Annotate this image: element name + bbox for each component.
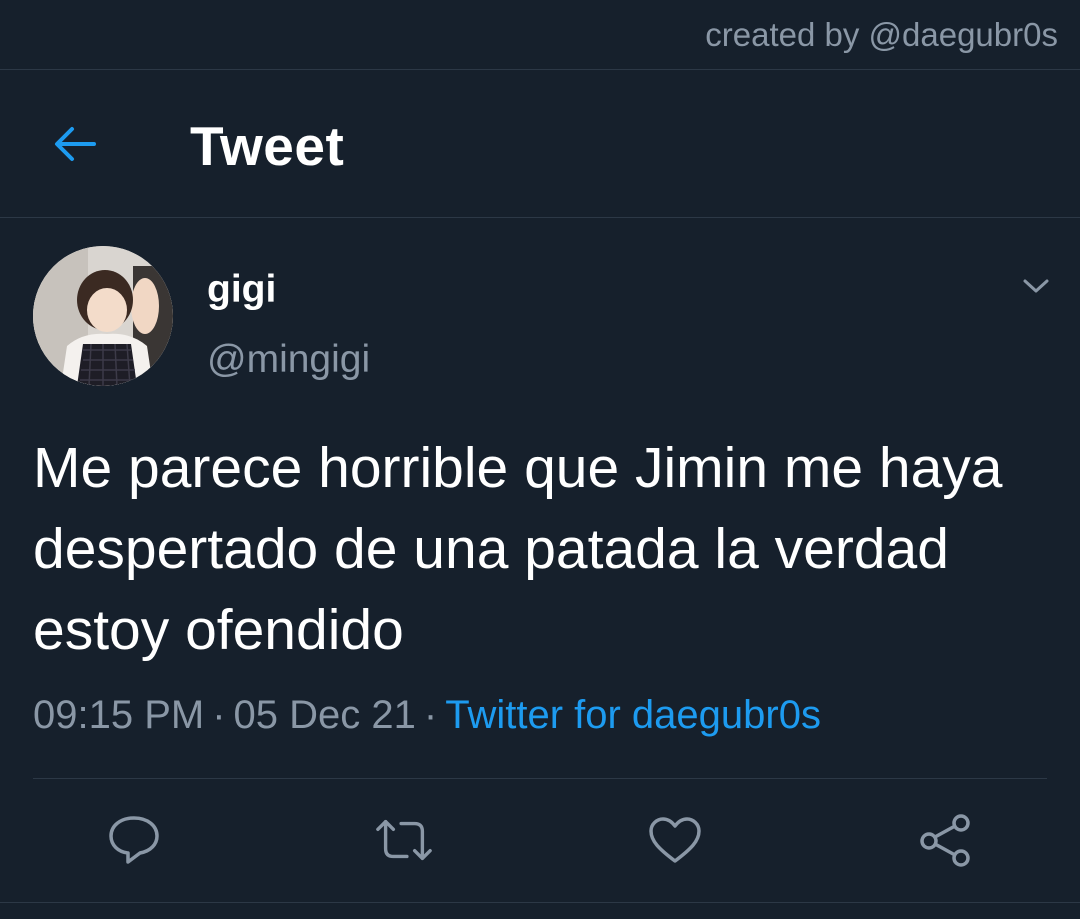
chevron-down-icon [1023, 279, 1049, 293]
avatar[interactable] [33, 246, 173, 386]
like-icon [649, 817, 701, 863]
credit-text: created by @daegubr0s [705, 16, 1058, 53]
tweet-date: 05 Dec 21 [233, 693, 416, 737]
tweet-source-link[interactable]: Twitter for daegubr0s [445, 693, 821, 737]
share-icon [920, 814, 970, 867]
user-handle[interactable]: @mingigi [207, 338, 370, 382]
tweet-text: Me parece horrible que Jimin me haya des… [33, 436, 1003, 662]
retweet-button[interactable] [374, 810, 434, 870]
like-button[interactable] [645, 810, 705, 870]
share-button[interactable] [915, 810, 975, 870]
meta-separator: · [212, 693, 226, 737]
meta-separator: · [423, 693, 438, 737]
arrow-left-icon [55, 127, 96, 161]
tweet-meta: 09:15 PM · 05 Dec 21 · Twitter for daegubr0s [33, 693, 821, 738]
page-title: Tweet [190, 115, 345, 177]
reply-button[interactable] [104, 810, 164, 870]
bottom-divider [0, 902, 1080, 903]
reply-icon [109, 816, 159, 864]
actions-divider [33, 778, 1047, 779]
back-button[interactable] [46, 118, 102, 170]
profile-photo [33, 246, 173, 386]
more-options-button[interactable] [1016, 270, 1056, 302]
retweet-icon [376, 819, 432, 861]
header-divider [0, 217, 1080, 218]
display-name[interactable]: gigi [207, 268, 276, 312]
tweet-time: 09:15 PM [33, 693, 205, 737]
action-bar [0, 810, 1080, 870]
app-header: Tweet [0, 70, 1080, 217]
